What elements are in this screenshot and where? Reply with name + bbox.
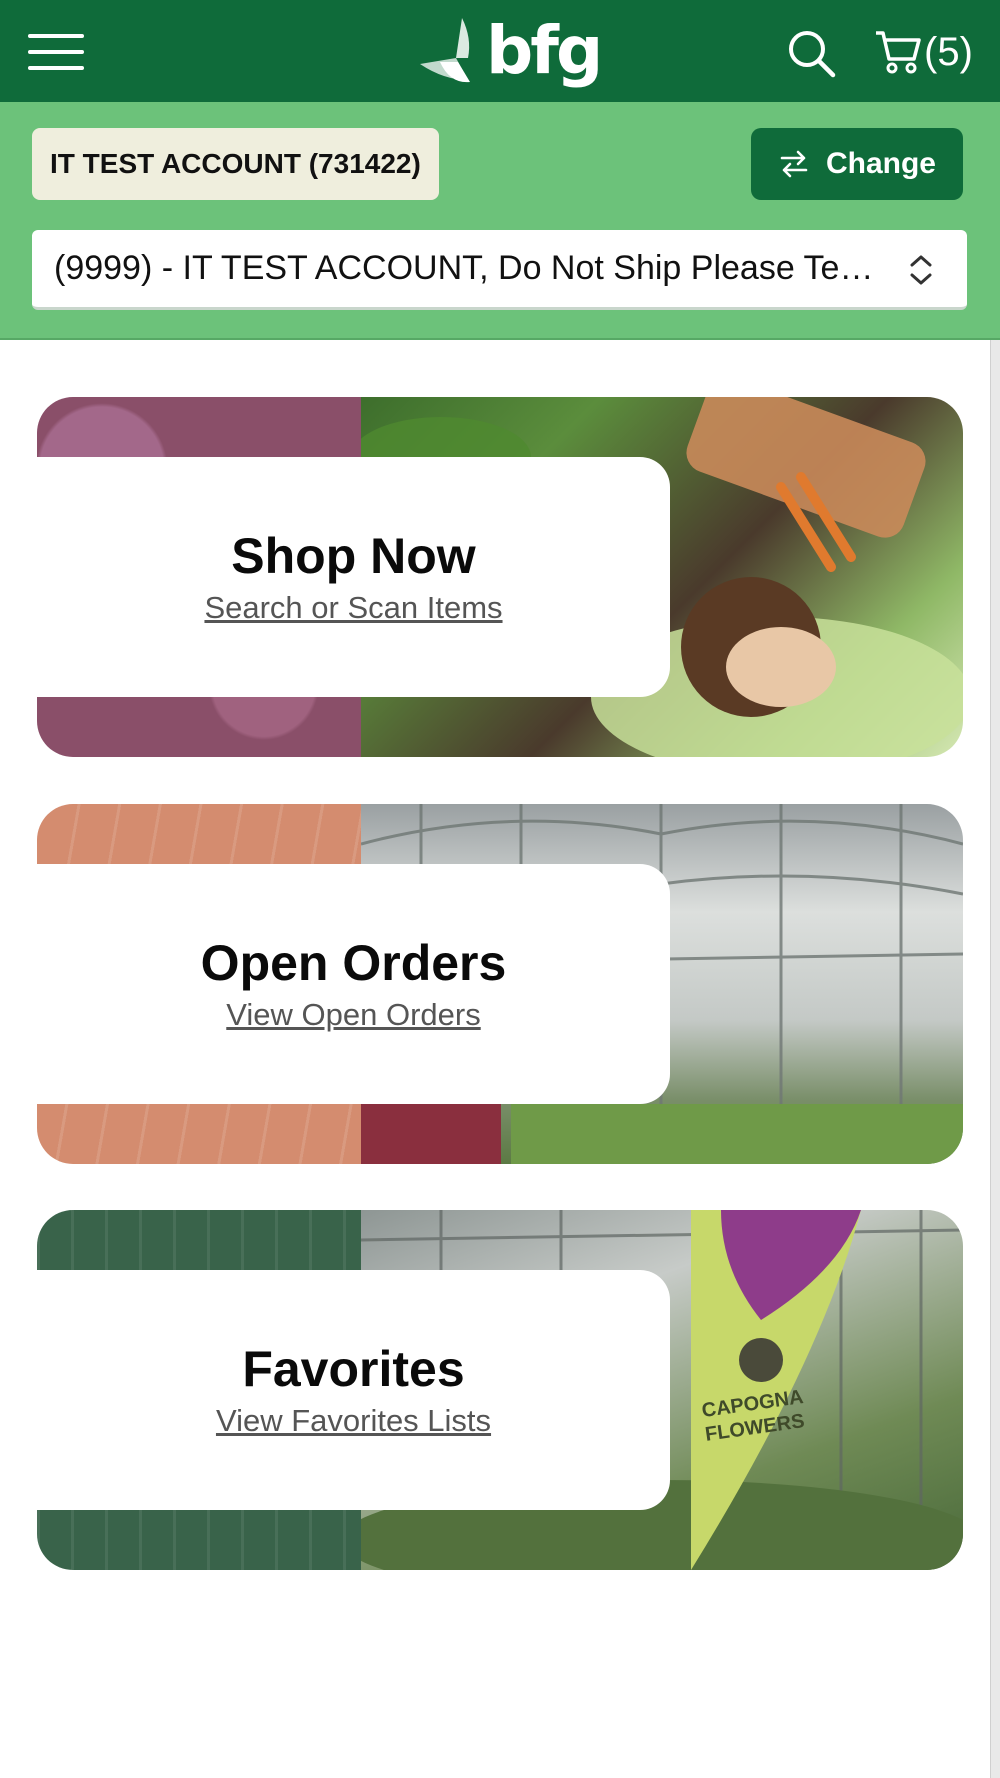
swap-arrows-icon — [780, 150, 808, 178]
cart-icon — [876, 31, 921, 74]
view-favorites-lists-link[interactable]: View Favorites Lists — [216, 1401, 491, 1441]
menu-icon[interactable] — [28, 34, 86, 70]
account-section: IT TEST ACCOUNT (731422) Change (9999) -… — [0, 102, 1000, 340]
search-or-scan-link[interactable]: Search or Scan Items — [204, 588, 502, 628]
page-scrollbar[interactable] — [990, 340, 1000, 1778]
logo-wordmark: bfg — [486, 12, 603, 89]
leaf-logo-icon — [420, 18, 470, 83]
shop-now-title: Shop Now — [231, 528, 476, 584]
open-orders-card[interactable]: Open Orders View Open Orders — [37, 804, 963, 1164]
shop-now-panel: Shop Now Search or Scan Items — [37, 457, 670, 697]
cart-count: (5) — [924, 30, 973, 74]
shop-now-card[interactable]: Shop Now Search or Scan Items — [37, 397, 963, 757]
account-badge: IT TEST ACCOUNT (731422) — [32, 128, 439, 200]
ship-to-location-select[interactable]: (9999) - IT TEST ACCOUNT, Do Not Ship Pl… — [32, 230, 967, 310]
change-button-label: Change — [825, 147, 936, 180]
open-orders-panel: Open Orders View Open Orders — [37, 864, 670, 1104]
open-orders-title: Open Orders — [200, 935, 507, 991]
location-select-value: (9999) - IT TEST ACCOUNT, Do Not Ship Pl… — [54, 249, 874, 287]
change-account-button[interactable]: Change — [751, 128, 963, 200]
bfg-logo[interactable]: bfg — [410, 12, 603, 90]
favorites-title: Favorites — [242, 1341, 465, 1397]
chevron-up-down-icon — [910, 255, 932, 285]
top-nav-bar: bfg (5) — [0, 0, 1000, 102]
view-open-orders-link[interactable]: View Open Orders — [226, 995, 480, 1035]
favorites-panel: Favorites View Favorites Lists — [37, 1270, 670, 1510]
favorites-card[interactable]: CAPOGNA FLOWERS Favorites View Favorites… — [37, 1210, 963, 1570]
cart-button[interactable]: (5) — [874, 26, 994, 78]
search-icon[interactable] — [786, 28, 838, 80]
